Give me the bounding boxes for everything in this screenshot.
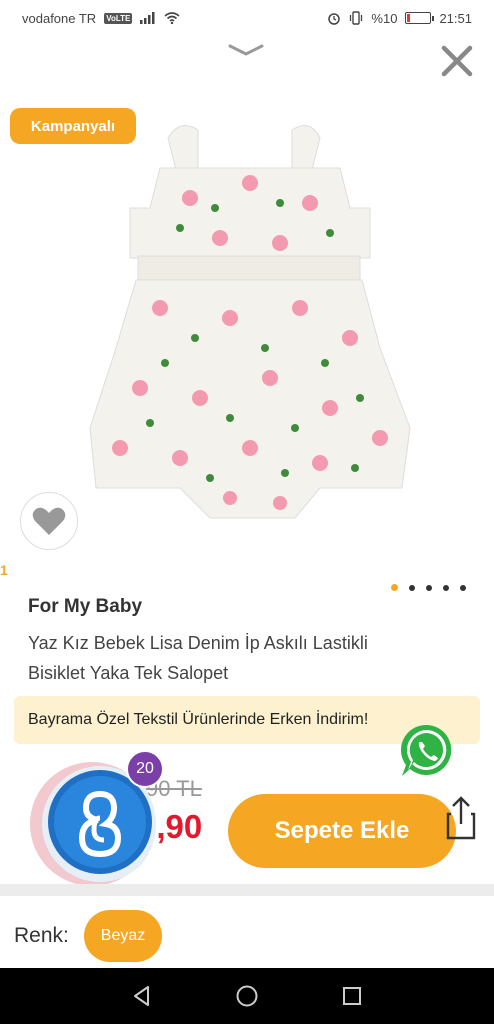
clock: 21:51: [439, 10, 472, 26]
battery-percent: %10: [371, 10, 398, 26]
image-pager: [391, 584, 466, 591]
status-right: %10 21:51: [327, 11, 472, 26]
recents-icon[interactable]: [340, 984, 364, 1008]
brand-name[interactable]: For My Baby: [28, 596, 142, 618]
color-label: Renk:: [14, 924, 69, 947]
pager-dot[interactable]: [443, 584, 449, 591]
alarm-icon: [328, 13, 341, 25]
carrier-name: vodafone TR: [22, 10, 97, 26]
heart-icon: [32, 507, 66, 535]
color-option-beyaz[interactable]: Beyaz: [84, 910, 162, 962]
section-divider: [0, 884, 494, 896]
chevron-down-icon[interactable]: [226, 40, 266, 60]
add-to-cart-button[interactable]: Sepete Ekle: [228, 794, 456, 868]
product-title-line: Yaz Kız Bebek Lisa Denim İp Askılı Lasti…: [28, 633, 368, 653]
campaign-badge: Kampanyalı: [10, 108, 136, 144]
product-title-line: Bisiklet Yaka Tek Salopet: [28, 663, 229, 683]
pager-dot[interactable]: [426, 584, 432, 591]
vibrate-icon: [350, 11, 363, 25]
pager-dot[interactable]: [391, 584, 398, 591]
product-title: Yaz Kız Bebek Lisa Denim İp Askılı Lasti…: [28, 628, 468, 688]
promo-text: Bayrama Özel Tekstil Ürünlerinde Erken İ…: [28, 711, 369, 728]
share-icon[interactable]: [446, 796, 476, 840]
back-icon[interactable]: [130, 984, 154, 1008]
favorite-button[interactable]: [20, 492, 78, 550]
pager-dot[interactable]: [409, 584, 415, 591]
edge-mark: 1: [0, 562, 8, 578]
status-bar: vodafone TR VoLTE %10 21:51: [0, 0, 494, 36]
pager-dot[interactable]: [460, 584, 466, 591]
battery-icon: [405, 12, 435, 24]
status-left: vodafone TR VoLTE: [22, 11, 180, 26]
whatsapp-icon[interactable]: [398, 722, 456, 780]
system-nav-bar: [0, 968, 494, 1024]
notification-count-badge: 20: [126, 750, 164, 788]
volte-badge: VoLTE: [104, 12, 133, 24]
wifi-icon: [164, 12, 180, 24]
home-icon[interactable]: [235, 984, 259, 1008]
signal-icon: [140, 12, 155, 24]
close-icon[interactable]: [436, 40, 478, 82]
product-image[interactable]: [80, 108, 420, 538]
